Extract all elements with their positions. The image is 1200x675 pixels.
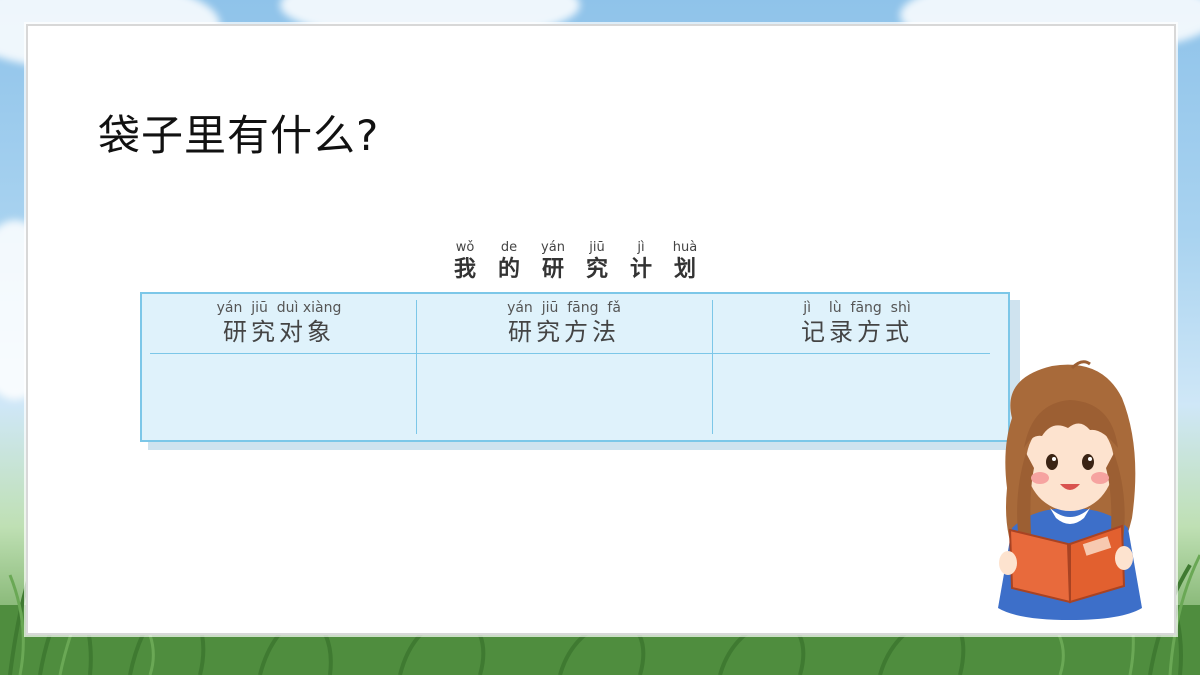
column-pinyin: jì lù fāng shì (803, 300, 911, 316)
column-pinyin: yán jiū fāng fǎ (507, 300, 621, 316)
heading-hanzi: 计 (629, 257, 652, 282)
research-plan-table: yán jiū duì xiàng 研究对象 yán jiū fāng fǎ 研… (140, 292, 1010, 442)
heading-hanzi: 究 (585, 257, 608, 282)
heading-pinyin: yán (541, 240, 565, 255)
heading-pinyin: jiū (589, 240, 605, 255)
column-divider (416, 300, 417, 434)
heading-char: huà 划 (668, 240, 702, 284)
heading-pinyin: jì (637, 240, 645, 255)
column-header-record-method: jì lù fāng shì 记录方式 (712, 294, 1002, 352)
column-divider (712, 300, 713, 434)
column-header-research-method: yán jiū fāng fǎ 研究方法 (416, 294, 712, 352)
table-divider (150, 353, 990, 354)
heading-pinyin: wǒ (455, 240, 475, 255)
slide-title: 袋子里有什么? (98, 111, 380, 160)
heading-char: wǒ 我 (448, 240, 482, 284)
column-label: 研究方法 (508, 318, 620, 346)
heading-hanzi: 研 (541, 257, 564, 282)
heading-pinyin: de (500, 240, 518, 255)
column-label: 研究对象 (223, 318, 335, 346)
heading-char: yán 研 (536, 240, 570, 284)
girl-reading-book-illustration (998, 360, 1142, 620)
heading-hanzi: 我 (453, 257, 476, 282)
heading-char: jì 计 (624, 240, 658, 284)
heading-char: de 的 (492, 240, 526, 284)
column-pinyin: yán jiū duì xiàng (216, 300, 342, 316)
heading-hanzi: 的 (497, 257, 520, 282)
plan-heading: wǒ 我 de 的 yán 研 jiū 究 jì 计 huà 划 (448, 240, 702, 284)
column-header-research-object: yán jiū duì xiàng 研究对象 (142, 294, 416, 352)
heading-hanzi: 划 (673, 257, 696, 282)
heading-pinyin: huà (672, 240, 698, 255)
heading-char: jiū 究 (580, 240, 614, 284)
column-label: 记录方式 (801, 318, 913, 346)
